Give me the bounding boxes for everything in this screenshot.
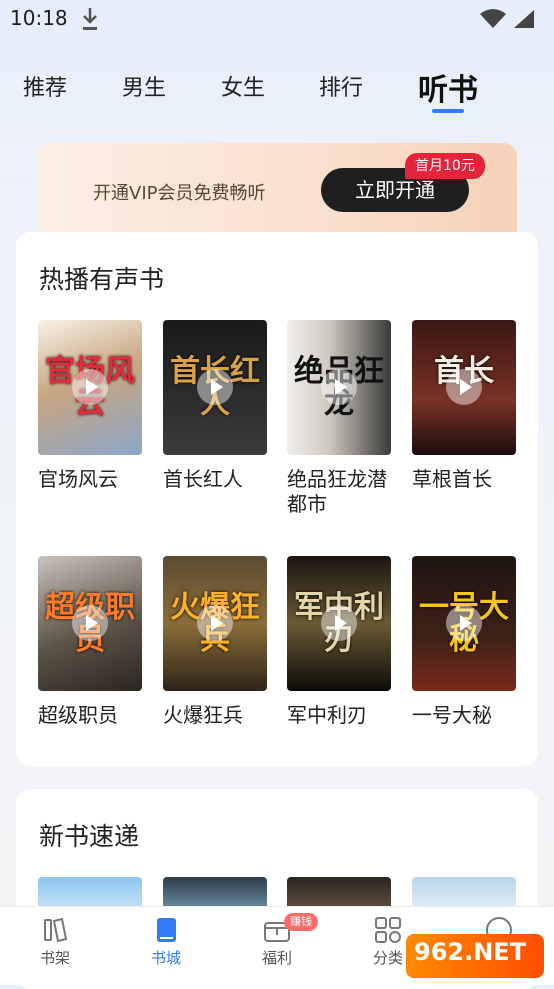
- nav-label: 书城: [150, 949, 181, 967]
- book-item[interactable]: 超级职员 超级职员: [38, 556, 142, 728]
- download-icon: [83, 8, 97, 30]
- watermark-text: 962.NET: [414, 938, 527, 966]
- tab-audiobook[interactable]: 听书: [418, 65, 478, 109]
- nav-label: 福利: [261, 949, 292, 967]
- play-icon: [72, 369, 108, 405]
- play-icon: [446, 605, 482, 641]
- book-cover: 官场风云: [38, 320, 142, 455]
- book-title: 草根首长: [412, 467, 492, 491]
- nav-label: 书架: [39, 949, 70, 967]
- nav-bookstore[interactable]: 书城: [126, 915, 206, 968]
- play-icon: [72, 605, 108, 641]
- category-icon: [375, 917, 401, 943]
- tab-female[interactable]: 女生: [221, 70, 265, 102]
- vip-price-tag: 首月10元: [405, 153, 485, 179]
- book-cover: 超级职员: [38, 556, 142, 691]
- book-item[interactable]: 绝品狂龙 绝品狂龙潜都市: [287, 320, 391, 517]
- book-item[interactable]: 火爆狂兵 火爆狂兵: [163, 556, 267, 728]
- play-icon: [321, 605, 357, 641]
- earn-badge: 赚钱: [284, 913, 318, 931]
- play-icon: [446, 369, 482, 405]
- watermark-logo: 962.NET: [406, 934, 544, 978]
- play-icon: [321, 369, 357, 405]
- section-title: 热播有声书: [39, 265, 165, 294]
- top-tabs: 推荐 男生 女生 排行 听书: [0, 60, 554, 120]
- bookstore-icon: [157, 918, 176, 942]
- play-icon: [197, 369, 233, 405]
- tab-male[interactable]: 男生: [122, 70, 166, 102]
- play-icon: [197, 605, 233, 641]
- book-item[interactable]: 首长 草根首长: [412, 320, 516, 492]
- tab-recommend[interactable]: 推荐: [23, 70, 67, 102]
- book-cover: 火爆狂兵: [163, 556, 267, 691]
- section-title: 新书速递: [39, 822, 140, 851]
- tab-ranking[interactable]: 排行: [319, 70, 363, 102]
- book-item[interactable]: 首长红人 首长红人: [163, 320, 267, 492]
- bookshelf-icon: [44, 917, 68, 943]
- status-time: 10:18: [10, 6, 68, 30]
- book-cover: 绝品狂龙: [287, 320, 391, 455]
- book-cover: 首长: [412, 320, 516, 455]
- status-bar: 10:18: [0, 0, 554, 40]
- book-cover: 军中利刃: [287, 556, 391, 691]
- book-item[interactable]: 一号大秘 一号大秘: [412, 556, 516, 728]
- book-cover: 一号大秘: [412, 556, 516, 691]
- book-title: 一号大秘: [412, 703, 492, 727]
- book-title: 绝品狂龙潜都市: [287, 467, 387, 516]
- book-title: 首长红人: [163, 467, 243, 491]
- book-title: 官场风云: [38, 467, 118, 491]
- hot-audiobooks-section: 热播有声书 官场风云 官场风云 首长红人 首长红人 绝品狂龙 绝品狂龙潜都市 首…: [16, 232, 538, 766]
- signal-icon: [480, 9, 534, 28]
- book-title: 军中利刃: [287, 703, 367, 727]
- vip-text: 开通VIP会员免费畅听: [93, 183, 266, 204]
- book-item[interactable]: 官场风云 官场风云: [38, 320, 142, 492]
- nav-bookshelf[interactable]: 书架: [15, 915, 95, 968]
- book-cover: 首长红人: [163, 320, 267, 455]
- tab-indicator: [432, 109, 464, 113]
- book-title: 超级职员: [38, 703, 118, 727]
- book-title: 火爆狂兵: [163, 703, 243, 727]
- book-item[interactable]: 军中利刃 军中利刃: [287, 556, 391, 728]
